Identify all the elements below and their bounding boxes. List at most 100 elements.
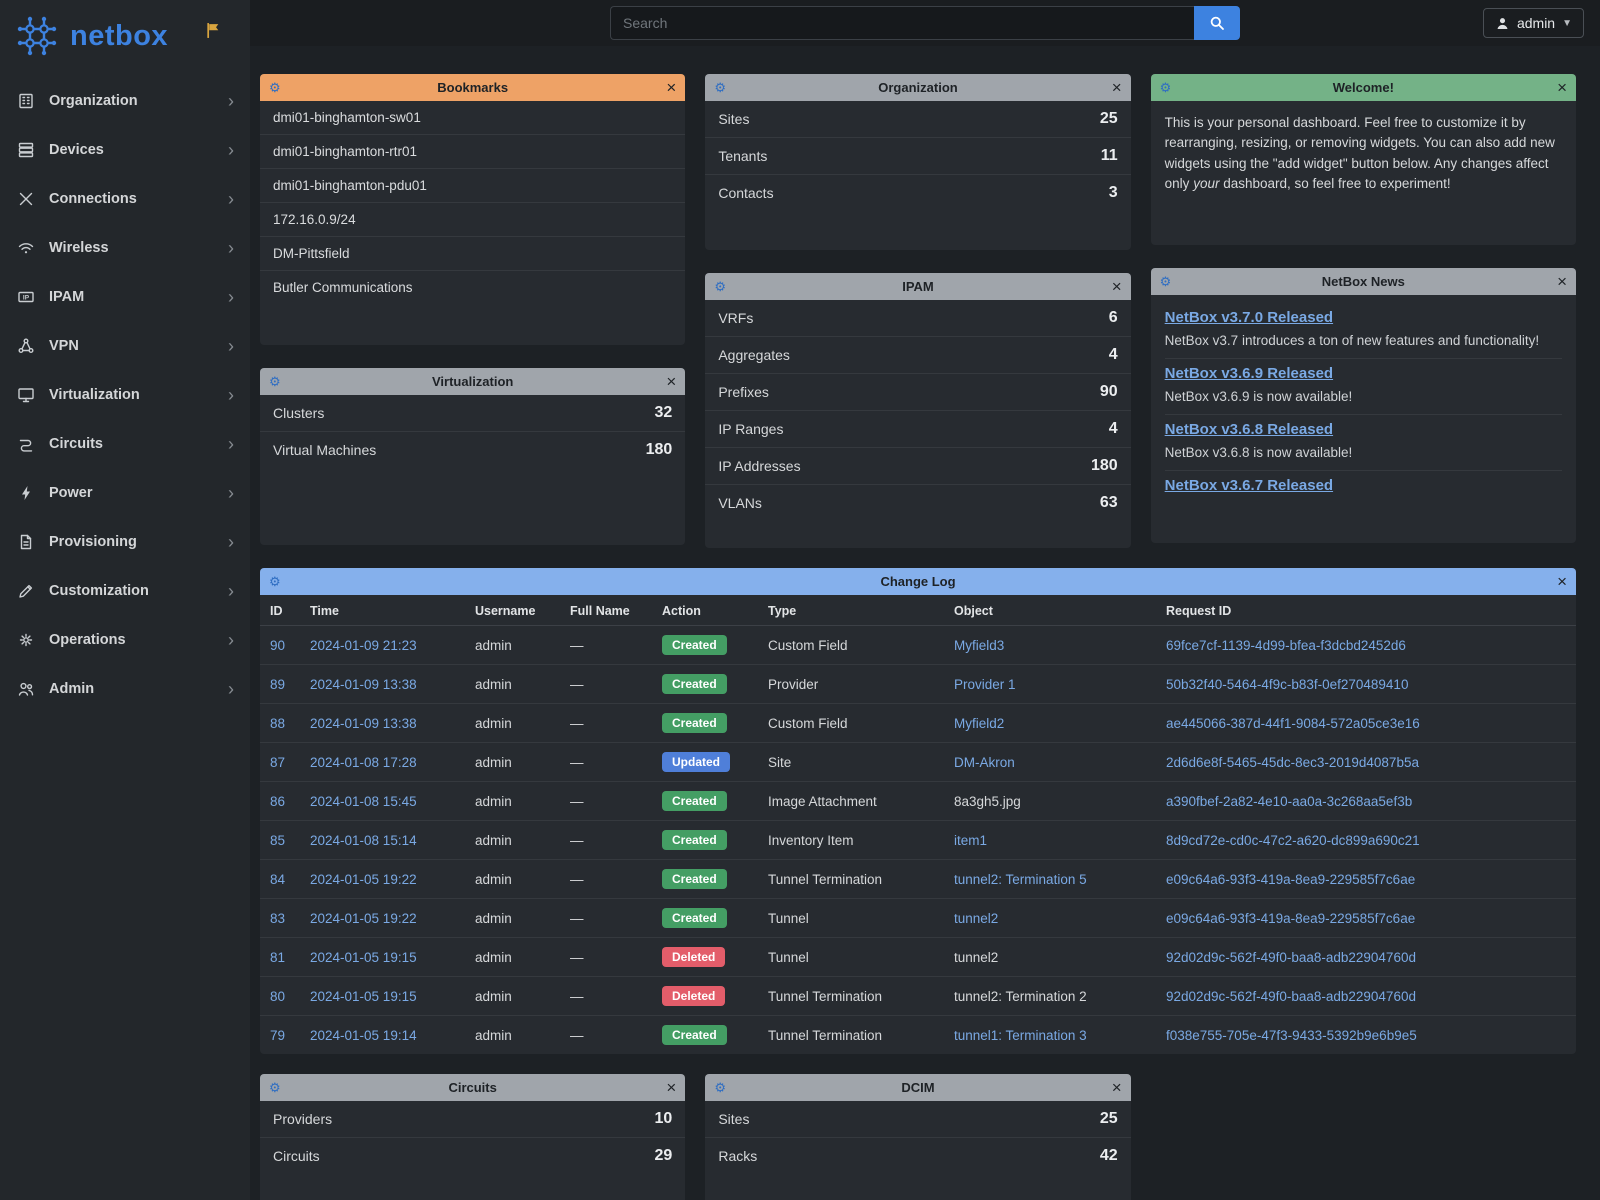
bookmark-item[interactable]: dmi01-binghamton-sw01	[260, 101, 685, 135]
stat-row[interactable]: Aggregates4	[705, 337, 1130, 374]
change-id-link[interactable]: 86	[270, 794, 285, 809]
stat-row[interactable]: VLANs63	[705, 485, 1130, 521]
change-time-link[interactable]: 2024-01-08 15:45	[310, 794, 417, 809]
gear-icon[interactable]: ⚙	[269, 81, 281, 94]
stat-row[interactable]: Providers10	[260, 1101, 685, 1138]
change-time-link[interactable]: 2024-01-09 21:23	[310, 638, 417, 653]
stat-row[interactable]: Sites25	[705, 1101, 1130, 1138]
gear-icon[interactable]: ⚙	[1160, 81, 1172, 94]
change-id-link[interactable]: 90	[270, 638, 285, 653]
close-icon[interactable]: ×	[1557, 79, 1567, 96]
change-id-link[interactable]: 81	[270, 950, 285, 965]
sidebar-item-virtualization[interactable]: Virtualization›	[0, 370, 250, 419]
object-link[interactable]: DM-Akron	[954, 755, 1015, 770]
request-id-link[interactable]: 8d9cd72e-cd0c-47c2-a620-dc899a690c21	[1166, 833, 1420, 848]
change-time-link[interactable]: 2024-01-05 19:15	[310, 989, 417, 1004]
search-input[interactable]	[610, 6, 1194, 40]
sidebar-item-admin[interactable]: Admin›	[0, 664, 250, 713]
change-time-link[interactable]: 2024-01-09 13:38	[310, 716, 417, 731]
change-id-link[interactable]: 79	[270, 1028, 285, 1043]
stat-row[interactable]: IP Ranges4	[705, 411, 1130, 448]
object-link[interactable]: tunnel2	[954, 911, 998, 926]
bookmark-item[interactable]: dmi01-binghamton-pdu01	[260, 169, 685, 203]
bookmark-item[interactable]: dmi01-binghamton-rtr01	[260, 135, 685, 169]
change-time-link[interactable]: 2024-01-05 19:15	[310, 950, 417, 965]
request-id-link[interactable]: ae445066-387d-44f1-9084-572a05ce3e16	[1166, 716, 1420, 731]
change-time-link[interactable]: 2024-01-08 17:28	[310, 755, 417, 770]
gear-icon[interactable]: ⚙	[269, 1081, 281, 1094]
object-link[interactable]: Myfield2	[954, 716, 1004, 731]
request-id-link[interactable]: 50b32f40-5464-4f9c-b83f-0ef270489410	[1166, 677, 1408, 692]
change-id-link[interactable]: 80	[270, 989, 285, 1004]
close-icon[interactable]: ×	[666, 373, 676, 390]
request-id-link[interactable]: 69fce7cf-1139-4d99-bfea-f3dcbd2452d6	[1166, 638, 1406, 653]
news-link[interactable]: NetBox v3.7.0 Released	[1165, 309, 1333, 326]
gear-icon[interactable]: ⚙	[269, 575, 281, 588]
close-icon[interactable]: ×	[1557, 573, 1567, 590]
news-link[interactable]: NetBox v3.6.9 Released	[1165, 365, 1333, 382]
request-id-link[interactable]: e09c64a6-93f3-419a-8ea9-229585f7c6ae	[1166, 911, 1415, 926]
gear-icon[interactable]: ⚙	[714, 280, 726, 293]
close-icon[interactable]: ×	[1112, 1079, 1122, 1096]
request-id-link[interactable]: a390fbef-2a82-4e10-aa0a-3c268aa5ef3b	[1166, 794, 1412, 809]
stat-row[interactable]: IP Addresses180	[705, 448, 1130, 485]
stat-row[interactable]: Tenants11	[705, 138, 1130, 175]
change-id-link[interactable]: 85	[270, 833, 285, 848]
change-time-link[interactable]: 2024-01-05 19:22	[310, 872, 417, 887]
sidebar-item-wireless[interactable]: Wireless›	[0, 223, 250, 272]
logo[interactable]: netbox	[0, 0, 250, 70]
change-id-link[interactable]: 87	[270, 755, 285, 770]
sidebar-item-power[interactable]: Power›	[0, 468, 250, 517]
bookmark-item[interactable]: 172.16.0.9/24	[260, 203, 685, 237]
gear-icon[interactable]: ⚙	[714, 81, 726, 94]
sidebar-item-ipam[interactable]: IPIPAM›	[0, 272, 250, 321]
bookmark-item[interactable]: DM-Pittsfield	[260, 237, 685, 271]
request-id-link[interactable]: 2d6d6e8f-5465-45dc-8ec3-2019d4087b5a	[1166, 755, 1419, 770]
news-link[interactable]: NetBox v3.6.7 Released	[1165, 477, 1333, 494]
change-id-link[interactable]: 89	[270, 677, 285, 692]
stat-row[interactable]: Racks42	[705, 1138, 1130, 1174]
close-icon[interactable]: ×	[1112, 278, 1122, 295]
sidebar-item-vpn[interactable]: VPN›	[0, 321, 250, 370]
gear-icon[interactable]: ⚙	[714, 1081, 726, 1094]
sidebar-item-circuits[interactable]: Circuits›	[0, 419, 250, 468]
request-id-link[interactable]: 92d02d9c-562f-49f0-baa8-adb22904760d	[1166, 989, 1416, 1004]
object-link[interactable]: Provider 1	[954, 677, 1016, 692]
user-menu-button[interactable]: admin ▼	[1483, 8, 1584, 38]
gear-icon[interactable]: ⚙	[269, 375, 281, 388]
request-id-link[interactable]: e09c64a6-93f3-419a-8ea9-229585f7c6ae	[1166, 872, 1415, 887]
request-id-link[interactable]: 92d02d9c-562f-49f0-baa8-adb22904760d	[1166, 950, 1416, 965]
sidebar-item-operations[interactable]: Operations›	[0, 615, 250, 664]
stat-row[interactable]: Contacts3	[705, 175, 1130, 211]
change-id-link[interactable]: 84	[270, 872, 285, 887]
stat-row[interactable]: Circuits29	[260, 1138, 685, 1174]
close-icon[interactable]: ×	[1557, 273, 1567, 290]
stat-row[interactable]: Virtual Machines180	[260, 432, 685, 468]
object-link[interactable]: item1	[954, 833, 987, 848]
object-link[interactable]: Myfield3	[954, 638, 1004, 653]
close-icon[interactable]: ×	[1112, 79, 1122, 96]
change-id-link[interactable]: 83	[270, 911, 285, 926]
change-time-link[interactable]: 2024-01-05 19:22	[310, 911, 417, 926]
stat-row[interactable]: VRFs6	[705, 300, 1130, 337]
bookmark-item[interactable]: Butler Communications	[260, 271, 685, 304]
object-link[interactable]: tunnel2: Termination 5	[954, 872, 1087, 887]
sidebar-item-connections[interactable]: Connections›	[0, 174, 250, 223]
sidebar-item-devices[interactable]: Devices›	[0, 125, 250, 174]
search-button[interactable]	[1194, 6, 1240, 40]
close-icon[interactable]: ×	[666, 79, 676, 96]
stat-row[interactable]: Sites25	[705, 101, 1130, 138]
gear-icon[interactable]: ⚙	[1160, 275, 1172, 288]
change-time-link[interactable]: 2024-01-09 13:38	[310, 677, 417, 692]
sidebar-item-customization[interactable]: Customization›	[0, 566, 250, 615]
news-link[interactable]: NetBox v3.6.8 Released	[1165, 421, 1333, 438]
change-time-link[interactable]: 2024-01-05 19:14	[310, 1028, 417, 1043]
change-time-link[interactable]: 2024-01-08 15:14	[310, 833, 417, 848]
sidebar-item-provisioning[interactable]: Provisioning›	[0, 517, 250, 566]
request-id-link[interactable]: f038e755-705e-47f3-9433-5392b9e6b9e5	[1166, 1028, 1417, 1043]
close-icon[interactable]: ×	[666, 1079, 676, 1096]
change-id-link[interactable]: 88	[270, 716, 285, 731]
object-link[interactable]: tunnel1: Termination 3	[954, 1028, 1087, 1043]
stat-row[interactable]: Prefixes90	[705, 374, 1130, 411]
stat-row[interactable]: Clusters32	[260, 395, 685, 432]
